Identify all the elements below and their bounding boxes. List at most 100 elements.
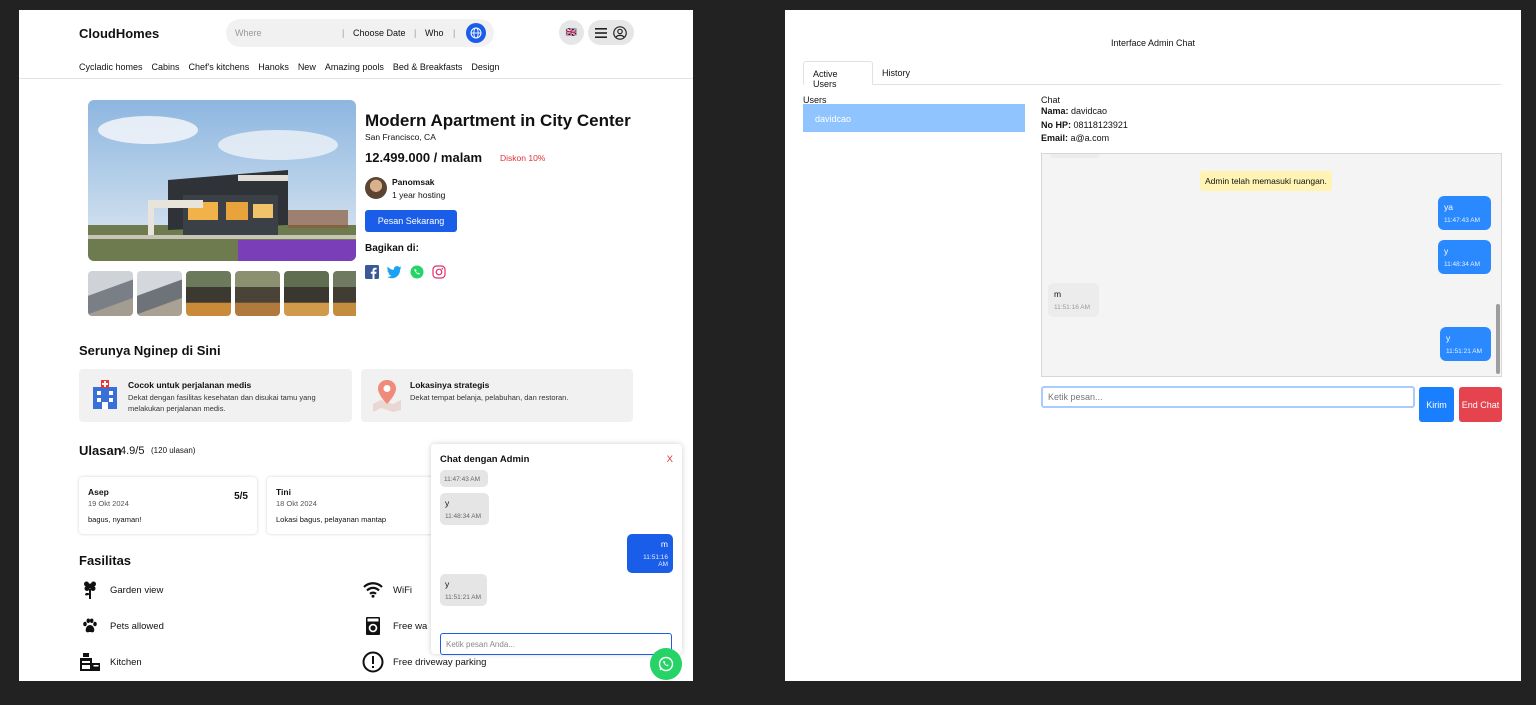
chat-message: y 11:51:21 AM <box>440 574 487 606</box>
facility-item: Pets allowed <box>79 615 164 637</box>
chat-history[interactable]: Admin telah memasuki ruangan. ya 11:47:43… <box>1041 153 1502 377</box>
category-amazing-pools[interactable]: Amazing pools <box>325 62 384 72</box>
chat-label: Chat <box>1041 95 1061 105</box>
facility-item: Kitchen <box>79 651 142 673</box>
category-chefs-kitchens[interactable]: Chef's kitchens <box>189 62 250 72</box>
host-avatar <box>365 177 387 199</box>
tab-history[interactable]: History <box>873 61 919 85</box>
review-text: Lokasi bagus, pelayanan mantap <box>276 515 387 524</box>
facebook-icon[interactable] <box>365 265 379 279</box>
message-text: m <box>660 539 668 549</box>
thumbnail[interactable] <box>137 271 182 316</box>
chat-message-input[interactable]: Ketik pesan Anda... <box>440 633 672 655</box>
separator: | <box>453 28 456 38</box>
kitchen-icon <box>80 653 100 671</box>
discount-badge: Diskon 10% <box>500 153 546 163</box>
tab-active-users[interactable]: Active Users <box>803 61 873 89</box>
host-duration: 1 year hosting <box>392 190 446 200</box>
uk-flag-icon: 🇬🇧 <box>565 27 578 37</box>
cloudhomes-page: CloudHomes Where | Choose Date | Who | 🇬… <box>19 10 693 681</box>
reviewer-name: Asep <box>88 487 109 497</box>
washer-icon <box>366 617 380 635</box>
thumbnail[interactable] <box>333 271 356 316</box>
whatsapp-float-button[interactable] <box>650 648 682 680</box>
thumbnail[interactable] <box>88 271 133 316</box>
user-icon <box>613 25 627 40</box>
facility-label: WiFi <box>393 584 412 596</box>
facility-label: Free wa <box>393 620 428 632</box>
search-where[interactable]: Where <box>235 28 262 38</box>
end-chat-button[interactable]: End Chat <box>1459 387 1502 422</box>
send-button[interactable]: Kirim <box>1419 387 1454 422</box>
listing-main-photo[interactable] <box>88 100 356 261</box>
hospital-icon <box>93 380 117 409</box>
highlights-heading: Serunya Nginep di Sini <box>79 343 221 358</box>
user-menu-button[interactable] <box>588 20 634 45</box>
share-label: Bagikan di: <box>365 243 419 254</box>
hamburger-icon <box>595 27 607 38</box>
twitter-icon[interactable] <box>387 265 402 279</box>
message-text: y <box>1444 246 1449 256</box>
message-input[interactable]: Ketik pesan... <box>1041 386 1415 408</box>
facility-label: Pets allowed <box>110 620 164 632</box>
thumbnail[interactable] <box>284 271 329 316</box>
globe-search-button[interactable] <box>466 23 486 43</box>
message-time: 11:51:21 AM <box>1446 348 1483 355</box>
message-time: 11:48:34 AM <box>1444 261 1481 268</box>
admin-chat-page: Interface Admin Chat Active Users Histor… <box>785 10 1521 681</box>
brand-logo[interactable]: CloudHomes <box>79 26 159 41</box>
flower-icon <box>84 581 96 599</box>
facility-item: Free wa <box>362 615 427 637</box>
header-divider <box>19 78 693 79</box>
book-now-button[interactable]: Pesan Sekarang <box>365 210 457 232</box>
listing-title: Modern Apartment in City Center <box>365 111 631 130</box>
globe-icon <box>470 27 482 39</box>
facility-item: Garden view <box>79 579 163 601</box>
review-count: (120 ulasan) <box>151 446 196 455</box>
category-nav: Cycladic homes Cabins Chef's kitchens Hanok… <box>79 62 508 72</box>
instagram-icon[interactable] <box>432 265 446 279</box>
message-text: ya <box>1444 202 1453 212</box>
thumbnail[interactable] <box>235 271 280 316</box>
review-score: 4.9/5 <box>120 445 145 457</box>
category-hanoks[interactable]: Hanoks <box>258 62 289 72</box>
thumbnail[interactable] <box>186 271 231 316</box>
review-rating: 5/5 <box>234 491 248 502</box>
listing-price: 12.499.000 / malam <box>365 150 483 165</box>
user-info-phone: No HP: 08118123921 <box>1041 120 1128 130</box>
message-time: 11:51:16 AM <box>643 554 668 568</box>
highlight-desc: Dekat tempat belanja, pelabuhan, dan res… <box>410 393 569 402</box>
chat-widget: Chat dengan Admin X 11:47:43 AM y 11:48:3… <box>431 444 682 655</box>
highlight-title: Cocok untuk perjalanan medis <box>128 380 252 390</box>
category-new[interactable]: New <box>298 62 316 72</box>
search-who[interactable]: Who <box>425 28 444 38</box>
clipped-message <box>1050 154 1100 158</box>
search-bar[interactable]: Where | Choose Date | Who | <box>226 19 494 47</box>
message-text: m <box>1054 289 1062 299</box>
category-design[interactable]: Design <box>471 62 499 72</box>
chat-message: 11:47:43 AM <box>440 470 488 487</box>
language-button[interactable]: 🇬🇧 <box>559 20 584 45</box>
info-label: Email: <box>1041 133 1069 143</box>
category-cycladic-homes[interactable]: Cycladic homes <box>79 62 143 72</box>
whatsapp-icon[interactable] <box>410 265 424 279</box>
page-title: Interface Admin Chat <box>1110 38 1196 48</box>
chat-message: y 11:51:21 AM <box>1440 327 1491 361</box>
close-chat-button[interactable]: X <box>667 454 673 465</box>
category-cabins[interactable]: Cabins <box>152 62 180 72</box>
map-pin-icon <box>373 380 401 412</box>
user-list-item[interactable]: davidcao <box>803 104 1025 132</box>
wifi-icon <box>363 582 383 598</box>
chat-scrollbar[interactable] <box>1496 304 1500 374</box>
review-date: 18 Okt 2024 <box>276 499 317 508</box>
chat-message: ya 11:47:43 AM <box>1438 196 1491 230</box>
user-info-name: Nama: davidcao <box>1041 106 1107 116</box>
chat-message: y 11:48:34 AM <box>1438 240 1491 274</box>
chat-widget-title: Chat dengan Admin <box>440 454 530 465</box>
share-icons <box>365 265 446 279</box>
message-time: 11:51:16 AM <box>1054 304 1091 311</box>
search-date[interactable]: Choose Date <box>353 28 406 38</box>
highlight-title: Lokasinya strategis <box>410 380 490 390</box>
review-card: Tini 18 Okt 2024 5/ Lokasi bagus, pelaya… <box>267 477 449 534</box>
category-bed-breakfasts[interactable]: Bed & Breakfasts <box>393 62 463 72</box>
